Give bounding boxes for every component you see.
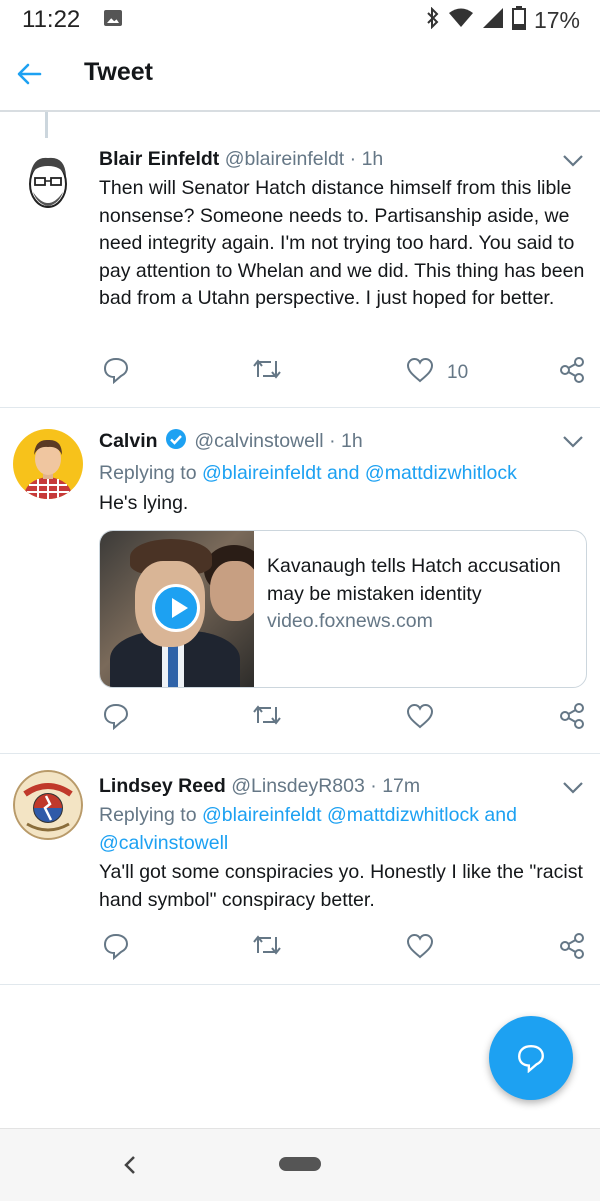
heart-icon[interactable] — [405, 702, 435, 730]
tweet-text: He's lying. — [99, 491, 189, 514]
system-nav-bar — [0, 1128, 600, 1201]
tweet-actions — [99, 932, 589, 964]
separator: · — [329, 430, 336, 452]
timestamp: 1h — [340, 430, 363, 452]
mention-joiner[interactable]: and — [484, 804, 517, 826]
like-button[interactable]: 10 — [405, 356, 468, 389]
thread-connector-line — [45, 112, 48, 138]
share-icon[interactable] — [558, 702, 586, 730]
timestamp: 1h — [361, 148, 384, 170]
share-icon[interactable] — [558, 932, 586, 960]
heart-icon[interactable] — [405, 356, 435, 389]
timestamp: 17m — [382, 775, 421, 797]
tweet-content: Blair Einfeldt @blaireinfeldt · 1h Then … — [99, 147, 586, 313]
share-icon[interactable] — [558, 356, 586, 384]
video-thumbnail[interactable] — [100, 531, 254, 687]
bluetooth-icon — [426, 6, 440, 34]
play-icon[interactable] — [152, 584, 200, 632]
image-icon — [104, 10, 122, 26]
retweet-icon[interactable] — [251, 702, 283, 728]
reply-icon[interactable] — [102, 702, 130, 730]
separator: · — [349, 148, 357, 170]
author-handle[interactable]: @calvinstowell — [194, 430, 323, 452]
mention-joiner[interactable]: and — [327, 462, 360, 484]
mention-link[interactable]: @blaireinfeldt — [202, 804, 322, 826]
retweet-icon[interactable] — [251, 356, 283, 382]
author-name[interactable]: Lindsey Reed — [99, 775, 226, 797]
battery-icon — [511, 6, 526, 35]
status-icons: 17% — [426, 6, 580, 35]
replying-to-label: Replying to — [99, 462, 197, 484]
tweet-actions: 10 — [99, 356, 589, 388]
separator: · — [370, 775, 377, 797]
mention-link[interactable]: @mattdizwhitlock — [365, 462, 517, 484]
status-bar: 11:22 17% — [0, 0, 600, 40]
avatar[interactable] — [13, 148, 83, 218]
chevron-down-icon[interactable] — [562, 781, 584, 795]
tweet-content: Calvin @calvinstowell · 1h Replying to @… — [99, 428, 586, 517]
app-header: Tweet — [0, 40, 600, 112]
author-name[interactable]: Calvin — [99, 430, 158, 452]
link-card[interactable]: Kavanaugh tells Hatch accusation may be … — [99, 530, 587, 688]
heart-icon[interactable] — [405, 932, 435, 960]
chevron-down-icon[interactable] — [562, 435, 584, 449]
tweet-header: Lindsey Reed @LinsdeyR803 · 17m — [99, 774, 586, 798]
battery-percent: 17% — [533, 7, 580, 33]
avatar[interactable] — [13, 770, 83, 840]
tweet-text: Ya'll got some conspiracies yo. Honestly… — [99, 861, 583, 911]
card-title: Kavanaugh tells Hatch accusation may be … — [267, 555, 561, 605]
tweet-actions — [99, 702, 589, 734]
like-count: 10 — [447, 361, 469, 383]
retweet-icon[interactable] — [251, 932, 283, 958]
compose-reply-button[interactable] — [489, 1016, 573, 1100]
replying-to: Replying to @blaireinfeldt @mattdizwhitl… — [99, 802, 586, 857]
status-time: 11:22 — [22, 6, 81, 33]
signal-icon — [482, 7, 504, 34]
nav-home-pill[interactable] — [279, 1157, 321, 1171]
reply-icon[interactable] — [102, 932, 130, 960]
reply-bubble-icon — [518, 1045, 544, 1073]
reply-icon[interactable] — [102, 356, 130, 384]
mention-link[interactable]: @calvinstowell — [99, 832, 228, 854]
mention-link[interactable]: @blaireinfeldt — [202, 462, 322, 484]
tweet-blair[interactable]: Blair Einfeldt @blaireinfeldt · 1h Then … — [0, 138, 600, 408]
tweet-header: Blair Einfeldt @blaireinfeldt · 1h — [99, 147, 586, 171]
tweet-header: Calvin @calvinstowell · 1h — [99, 428, 586, 456]
replying-to: Replying to @blaireinfeldt and @mattdizw… — [99, 460, 586, 488]
back-arrow-icon[interactable] — [14, 58, 46, 90]
page-title: Tweet — [84, 58, 153, 86]
card-domain: video.foxnews.com — [267, 610, 433, 632]
author-handle[interactable]: @LinsdeyR803 — [231, 775, 365, 797]
nav-back-icon[interactable] — [120, 1153, 140, 1182]
author-name[interactable]: Blair Einfeldt — [99, 148, 219, 170]
tweet-lindsey[interactable]: Lindsey Reed @LinsdeyR803 · 17m Replying… — [0, 754, 600, 985]
mention-link[interactable]: @mattdizwhitlock — [327, 804, 479, 826]
tweet-content: Lindsey Reed @LinsdeyR803 · 17m Replying… — [99, 774, 586, 914]
tweet-text: Then will Senator Hatch distance himself… — [99, 177, 585, 309]
tweet-calvin[interactable]: Calvin @calvinstowell · 1h Replying to @… — [0, 408, 600, 754]
verified-badge-icon — [165, 428, 187, 456]
chevron-down-icon[interactable] — [562, 154, 584, 168]
replying-to-label: Replying to — [99, 804, 197, 826]
wifi-icon — [448, 8, 474, 33]
author-handle[interactable]: @blaireinfeldt — [225, 148, 345, 170]
avatar[interactable] — [13, 429, 83, 499]
card-text: Kavanaugh tells Hatch accusation may be … — [267, 553, 574, 636]
